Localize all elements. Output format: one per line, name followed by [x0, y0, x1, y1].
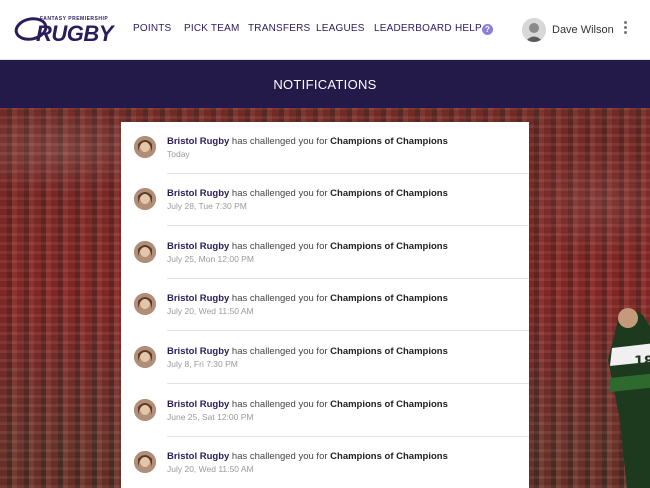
notification-timestamp: July 28, Tue 7:30 PM	[167, 201, 247, 211]
page-header-bar: NOTIFICATIONS	[0, 60, 650, 108]
nav-pick-team[interactable]: PICK TEAM	[184, 23, 240, 34]
notification-timestamp: July 20, Wed 11:50 AM	[167, 464, 254, 474]
notification-connector: has challenged you for	[229, 451, 331, 462]
notification-message: Bristol Rugby has challenged you for Cha…	[167, 293, 448, 304]
notification-club[interactable]: Bristol Rugby	[167, 399, 229, 410]
notification-connector: has challenged you for	[229, 188, 331, 199]
challenger-avatar	[134, 188, 156, 210]
nav-help[interactable]: HELP	[455, 23, 482, 34]
notification-league[interactable]: Champions of Champions	[330, 188, 448, 199]
nav-points[interactable]: POINTS	[133, 23, 171, 34]
help-question-icon[interactable]: ?	[482, 24, 493, 35]
notification-message: Bristol Rugby has challenged you for Cha…	[167, 346, 448, 357]
notification-timestamp: July 8, Fri 7:30 PM	[167, 359, 238, 369]
more-options-icon[interactable]	[618, 21, 632, 39]
notification-club[interactable]: Bristol Rugby	[167, 346, 229, 357]
notification-message: Bristol Rugby has challenged you for Cha…	[167, 188, 448, 199]
notification-timestamp: July 20, Wed 11:50 AM	[167, 306, 254, 316]
fantasy-rugby-logo[interactable]: FANTASY PREMIERSHIP RUGBY	[14, 12, 114, 48]
notifications-panel: Bristol Rugby has challenged you for Cha…	[121, 122, 529, 488]
page-title: NOTIFICATIONS	[273, 77, 377, 92]
notification-timestamp: June 25, Sat 12:00 PM	[167, 412, 254, 422]
challenger-avatar	[134, 399, 156, 421]
svg-text:18: 18	[634, 354, 650, 370]
notification-club[interactable]: Bristol Rugby	[167, 188, 229, 199]
notification-club[interactable]: Bristol Rugby	[167, 241, 229, 252]
notification-connector: has challenged you for	[229, 346, 331, 357]
notification-league[interactable]: Champions of Champions	[330, 293, 448, 304]
notification-item[interactable]: Bristol Rugby has challenged you for Cha…	[121, 332, 529, 384]
notification-message: Bristol Rugby has challenged you for Cha…	[167, 451, 448, 462]
nav-leaderboard[interactable]: LEADERBOARD	[374, 23, 452, 34]
notification-connector: has challenged you for	[229, 293, 331, 304]
challenger-avatar	[134, 451, 156, 473]
top-navigation-bar: FANTASY PREMIERSHIP RUGBY POINTS PICK TE…	[0, 0, 650, 60]
notification-message: Bristol Rugby has challenged you for Cha…	[167, 241, 448, 252]
notification-item[interactable]: Bristol Rugby has challenged you for Cha…	[121, 122, 529, 174]
notification-league[interactable]: Champions of Champions	[330, 399, 448, 410]
notification-club[interactable]: Bristol Rugby	[167, 293, 229, 304]
challenger-avatar	[134, 241, 156, 263]
notification-item[interactable]: Bristol Rugby has challenged you for Cha…	[121, 385, 529, 437]
notification-timestamp: Today	[167, 149, 190, 159]
challenger-avatar	[134, 136, 156, 158]
notification-message: Bristol Rugby has challenged you for Cha…	[167, 136, 448, 147]
logo-title: RUGBY	[36, 21, 113, 46]
rugby-player-image: 18	[608, 308, 650, 488]
user-avatar[interactable]	[522, 18, 546, 42]
notification-connector: has challenged you for	[229, 241, 331, 252]
notification-league[interactable]: Champions of Champions	[330, 346, 448, 357]
notification-item[interactable]: Bristol Rugby has challenged you for Cha…	[121, 174, 529, 226]
challenger-avatar	[134, 346, 156, 368]
notification-item[interactable]: Bristol Rugby has challenged you for Cha…	[121, 279, 529, 331]
divider	[167, 225, 529, 226]
divider	[167, 330, 529, 331]
nav-leagues[interactable]: LEAGUES	[316, 23, 365, 34]
challenger-avatar	[134, 293, 156, 315]
notification-league[interactable]: Champions of Champions	[330, 136, 448, 147]
nav-transfers[interactable]: TRANSFERS	[248, 23, 310, 34]
notification-league[interactable]: Champions of Champions	[330, 241, 448, 252]
notification-item[interactable]: Bristol Rugby has challenged you for Cha…	[121, 437, 529, 488]
notification-connector: has challenged you for	[229, 399, 331, 410]
notification-club[interactable]: Bristol Rugby	[167, 136, 229, 147]
notification-league[interactable]: Champions of Champions	[330, 451, 448, 462]
notification-connector: has challenged you for	[229, 136, 331, 147]
divider	[167, 383, 529, 384]
user-name[interactable]: Dave Wilson	[552, 24, 614, 36]
notification-club[interactable]: Bristol Rugby	[167, 451, 229, 462]
notification-timestamp: July 25, Mon 12:00 PM	[167, 254, 254, 264]
notification-message: Bristol Rugby has challenged you for Cha…	[167, 399, 448, 410]
user-portrait-icon	[522, 18, 546, 42]
notification-item[interactable]: Bristol Rugby has challenged you for Cha…	[121, 227, 529, 279]
